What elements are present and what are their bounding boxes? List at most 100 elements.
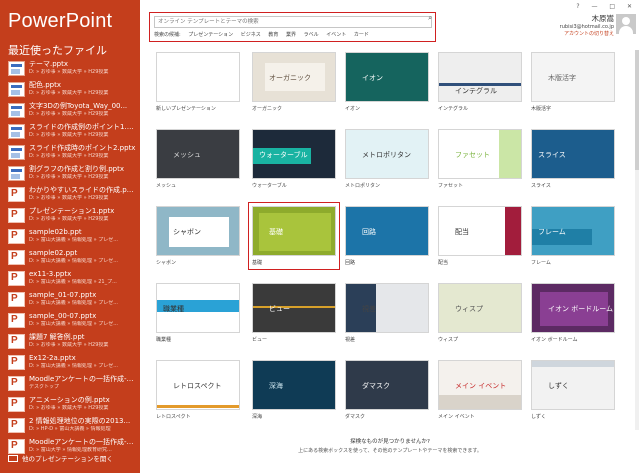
template-label: 深海 [252,414,263,420]
template-accent [499,130,521,178]
template-tile[interactable]: イオン ボードルーム イオン ボードルーム [531,283,615,343]
template-tile[interactable]: 深海 深海 [252,360,336,420]
recent-file-name: sample02b.ppt [29,228,82,236]
recent-file-item[interactable]: Moodleアンケートの一括作成-N...デスクトップ [0,373,140,394]
template-tile[interactable]: スライス スライス [531,129,615,189]
template-tile[interactable]: ウィスプ ウィスプ [438,283,522,343]
suggestion-link[interactable]: ビジネス [241,32,261,38]
recent-file-name: 文字3Dの例Toyota_Way_00... [29,102,128,110]
template-label: イオン ボードルーム [531,337,578,343]
template-tile[interactable]: 基礎 基礎 [248,202,340,270]
template-tile[interactable]: インテグラル インテグラル [438,52,522,112]
template-tile[interactable]: ウォーターブル ウォーターブル [252,129,336,189]
avatar[interactable] [616,14,636,34]
recent-file-item[interactable]: アニメーションの例.pptxD: » おゆ事 » 数蔵大学 » H29授業 [0,394,140,415]
template-thumbnail: 視差 [345,283,429,333]
template-tile[interactable]: 回路 回路 [345,206,429,266]
template-tile[interactable]: ダマスク ダマスク [345,360,429,420]
template-label: メッシュ [156,183,177,189]
recent-file-item[interactable]: ex11-3.pptxD: » 富山大講義 » 情報処理 » 21_プ... [0,268,140,289]
recent-file-name: Ex12-2a.pptx [29,354,76,362]
suggestion-link[interactable]: 業界 [286,32,296,38]
recent-file-path: デスクトップ [29,384,60,390]
template-thumbnail: 回路 [345,206,429,256]
template-label: オーガニック [252,106,283,112]
recent-file-name: スライド作成時のポイント2.pptx [29,144,136,152]
recent-file-item[interactable]: 配色.pptx D: » おゆ事 » 数蔵大学 » H29授業 [0,79,140,100]
template-tile[interactable]: レトロスペクト レトロスペクト [156,360,240,420]
template-title: 視差 [362,305,376,313]
main-panel: ⌕ 検索の候補: プレゼンテーション ビジネス 教育 業界 ラベル イベント カ… [140,0,640,473]
recent-file-item[interactable]: sample_00-07.pptxD: » 富山大講義 » 情報処理 » プレゼ… [0,310,140,331]
suggestion-link[interactable]: ラベル [304,32,319,38]
recent-file-name: sample_00-07.pptx [29,312,97,320]
suggestion-link[interactable]: 教育 [268,32,278,38]
template-tile[interactable]: 木版活字 木版活字 [531,52,615,112]
recent-file-path: D: » 富山大講義 » 情報処理 » プレゼ... [29,321,119,327]
recent-file-item[interactable]: スライド作成時のポイント2.pptx D: » おゆ事 » 数蔵大学 » H29授… [0,142,140,163]
suggestion-link[interactable]: イベント [326,32,346,38]
recent-file-item[interactable]: プレゼンテーション1.pptxD: » おゆ事 » 数蔵大学 » H29授業 [0,205,140,226]
slide-thumbnail-icon [8,103,25,118]
recent-file-name: わかりやすいスライドの作成.pptx [29,186,137,194]
template-tile[interactable]: シャボン シャボン [156,206,240,266]
open-other-presentations-link[interactable]: 他のプレゼンテーションを開く [8,453,113,463]
scrollbar[interactable] [635,50,639,430]
template-label: 回路 [345,260,356,266]
template-title: スライス [538,151,566,159]
recent-file-name: 2 情報処理地位の実際の2013... [29,417,131,425]
template-tile[interactable]: オーガニック オーガニック [252,52,336,112]
template-tile[interactable]: メトロポリタン メトロポリタン [345,129,429,189]
recent-file-item[interactable]: 2 情報処理地位の実際の2013...D: » HP-D » 富山大講義 » 情… [0,415,140,436]
recent-file-item[interactable]: スライドの作成例のポイント1.pptx D: » おゆ事 » 数蔵大学 » H29… [0,121,140,142]
recent-file-item[interactable]: 割グラフの作成と割り例.pptx D: » おゆ事 » 数蔵大学 » H29授業 [0,163,140,184]
template-thumbnail: ファセット [438,129,522,179]
template-label: レトロスペクト [156,414,191,420]
recent-file-name: sample_01-07.pptx [29,291,97,299]
search-input[interactable] [154,16,432,28]
template-thumbnail: 職業種 [156,283,240,333]
recent-file-item[interactable]: 課題7 解答例.pptD: » おゆ事 » 数蔵大学 » H29授業 [0,331,140,352]
template-title: ファセット [455,151,490,159]
template-label: メトロポリタン [345,183,381,189]
close-button[interactable]: ✕ [627,3,632,10]
restore-button[interactable]: □ [609,3,615,10]
powerpoint-file-icon [8,397,25,412]
recent-file-path: D: » HP-D » 富山大講義 » 情報処理 [29,426,111,432]
template-label: 配当 [438,260,449,266]
recent-file-item[interactable]: わかりやすいスライドの作成.pptxD: » おゆ事 » 数蔵大学 » H29授… [0,184,140,205]
app-title: PowerPoint [8,10,113,32]
template-title: 基礎 [269,228,283,236]
recent-file-item[interactable]: 文字3Dの例Toyota_Way_00... D: » おゆ事 » 数蔵大学 » … [0,100,140,121]
recent-file-item[interactable]: テーマ.pptx D: » おゆ事 » 数蔵大学 » H29授業 [0,58,140,79]
template-tile[interactable]: 配当 配当 [438,206,522,266]
suggestion-link[interactable]: プレゼンテーション [188,32,233,38]
template-tile[interactable]: ビュー ビュー [252,283,336,343]
minimize-button[interactable]: — [591,3,597,10]
recent-file-item[interactable]: sample_01-07.pptxD: » 富山大講義 » 情報処理 » プレゼ… [0,289,140,310]
search-icon[interactable]: ⌕ [428,14,432,23]
suggestion-link[interactable]: カード [354,32,369,38]
template-tile[interactable]: 職業種 職業種 [156,283,240,343]
template-tile[interactable]: メッシュ メッシュ [156,129,240,189]
recent-file-item[interactable]: sample02b.pptD: » 富山大講義 » 情報処理 » プレゼ... [0,226,140,247]
template-tile[interactable]: 視差 視差 [345,283,429,343]
template-tile[interactable]: しずく しずく [531,360,615,420]
powerpoint-file-icon [8,334,25,349]
recent-file-item[interactable]: sample02.pptD: » 富山大講義 » 情報処理 » プレゼ... [0,247,140,268]
template-tile[interactable]: 新しいプレゼンテーション [156,52,240,112]
help-button[interactable]: ? [576,3,579,10]
recent-file-name: Moodleアンケートの一括作成-N... [29,375,137,383]
template-tile[interactable]: ファセット ファセット [438,129,522,189]
template-tile[interactable]: メイン イベント メイン イベント [438,360,522,420]
template-tile[interactable]: イオン イオン [345,52,429,112]
template-tile[interactable]: フレーム フレーム [531,206,615,266]
switch-account-link[interactable]: アカウントの切り替え [564,30,614,37]
recent-file-name: テーマ.pptx [29,60,68,68]
powerpoint-file-icon [8,313,25,328]
template-label: 基礎 [252,260,263,266]
scrollbar-thumb[interactable] [635,50,639,170]
template-title: ウィスプ [455,305,483,313]
recent-file-item[interactable]: Ex12-2a.pptxD: » 富山大講義 » 情報処理 » プレゼ... [0,352,140,373]
template-label: ビュー [252,337,268,343]
